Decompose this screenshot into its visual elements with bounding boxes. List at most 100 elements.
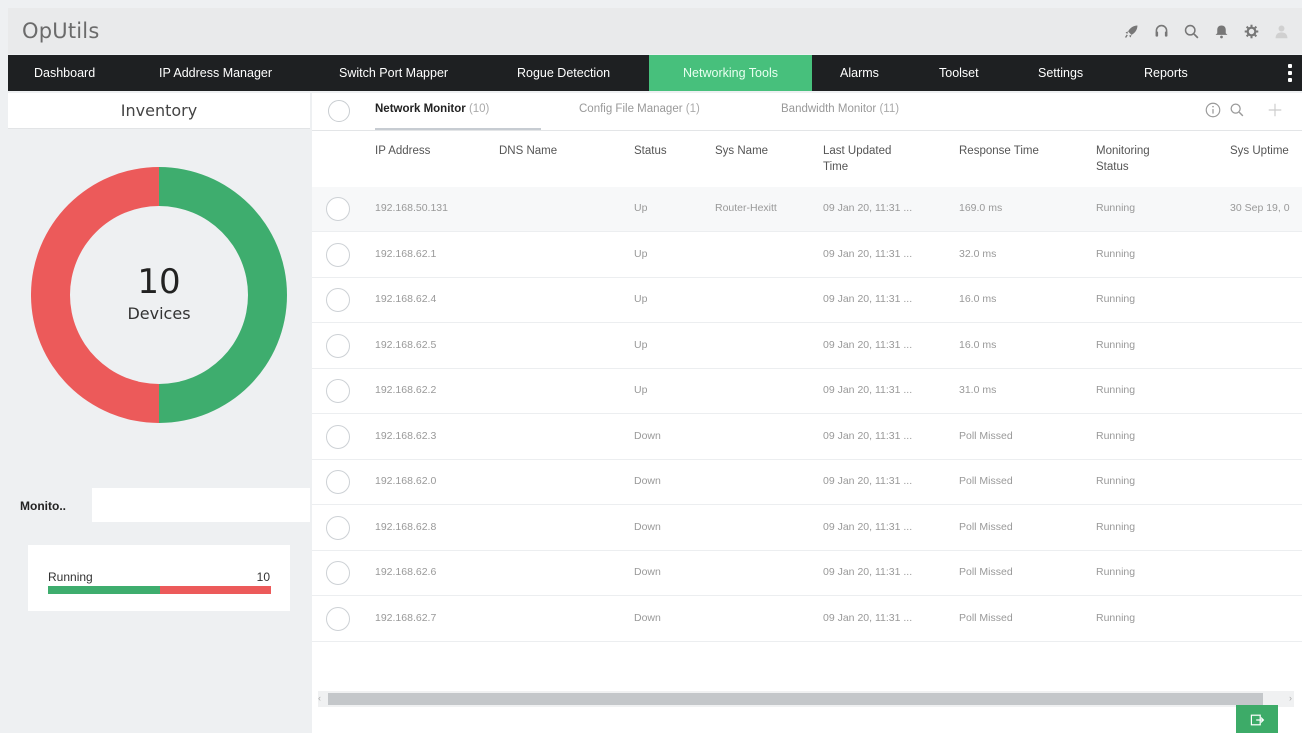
cell-sys-uptime: 30 Sep 19, 0	[1230, 202, 1290, 214]
table-row[interactable]: 192.168.62.7 Down 09 Jan 20, 11:31 ... Poll…	[312, 597, 1302, 642]
gear-icon[interactable]	[1236, 18, 1266, 44]
device-count-label: Devices	[127, 304, 191, 323]
rocket-icon[interactable]	[1116, 18, 1146, 44]
export-button[interactable]	[1236, 705, 1278, 733]
tab-network-monitor-label: Network Monitor	[375, 103, 466, 115]
table-row[interactable]: 192.168.62.8 Down 09 Jan 20, 11:31 ... Poll…	[312, 506, 1302, 551]
table-search-icon[interactable]	[1228, 101, 1246, 124]
row-select-checkbox[interactable]	[326, 606, 350, 631]
row-select-checkbox[interactable]	[326, 288, 350, 312]
cell-last-updated: 09 Jan 20, 11:31 ...	[823, 520, 913, 533]
cell-response-time: 31.0 ms	[959, 384, 997, 396]
row-select-checkbox[interactable]	[326, 424, 350, 449]
info-icon[interactable]	[1204, 101, 1222, 124]
monitoring-filter-select[interactable]	[92, 488, 310, 522]
tab-bandwidth-monitor-count: (11)	[879, 103, 900, 115]
cell-status: Down	[634, 611, 661, 624]
nav-toolset[interactable]: Toolset	[939, 55, 979, 91]
cell-status: Up	[634, 293, 648, 305]
scroll-left-icon[interactable]: ‹	[318, 693, 321, 703]
table-row[interactable]: 192.168.62.1 Up 09 Jan 20, 11:31 ... 32.0 m…	[312, 233, 1302, 278]
monitoring-status-bar[interactable]	[48, 586, 271, 594]
cell-ip: 192.168.62.0	[375, 475, 437, 487]
nav-ip-address-manager[interactable]: IP Address Manager	[159, 55, 272, 91]
row-select-checkbox[interactable]	[326, 333, 350, 358]
row-select-checkbox[interactable]	[326, 515, 350, 540]
table-row[interactable]: 192.168.62.0 Down 09 Jan 20, 11:31 ... Poll…	[312, 460, 1302, 505]
nav-settings[interactable]: Settings	[1038, 55, 1083, 91]
device-count: 10	[137, 262, 181, 302]
more-menu-icon[interactable]	[1288, 64, 1292, 82]
nav-dashboard[interactable]: Dashboard	[34, 55, 95, 91]
scroll-right-icon[interactable]: ›	[1289, 693, 1292, 703]
col-sys-uptime[interactable]: Sys Uptime	[1230, 143, 1289, 159]
cell-last-updated: 09 Jan 20, 11:31 ...	[823, 338, 913, 351]
monitoring-status-card: Running 10	[28, 545, 290, 611]
cell-last-updated: 09 Jan 20, 11:31 ...	[823, 247, 913, 260]
row-select-checkbox[interactable]	[326, 561, 350, 585]
row-select-checkbox[interactable]	[326, 379, 350, 403]
col-ip-address[interactable]: IP Address	[375, 143, 430, 159]
col-dns-name[interactable]: DNS Name	[499, 143, 557, 159]
tool-tabs: Network Monitor (10) Config File Manager…	[312, 93, 1302, 131]
export-icon	[1250, 714, 1265, 726]
monitoring-status-label: Running	[48, 570, 93, 584]
col-response-time[interactable]: Response Time	[959, 143, 1039, 159]
tab-actions	[1204, 101, 1284, 124]
col-sys-name[interactable]: Sys Name	[715, 143, 768, 159]
cell-response-time: Poll Missed	[959, 429, 1013, 442]
app-title: OpUtils	[22, 19, 100, 43]
table-header: IP Address DNS Name Status Sys Name Last…	[312, 131, 1302, 187]
nav-networking-tools[interactable]: Networking Tools	[649, 55, 812, 91]
tab-network-monitor[interactable]: Network Monitor (10)	[375, 93, 541, 130]
cell-response-time: Poll Missed	[959, 566, 1013, 578]
nav-reports[interactable]: Reports	[1144, 55, 1188, 91]
row-select-checkbox[interactable]	[326, 470, 350, 494]
tab-config-file-manager-count: (1)	[685, 103, 700, 115]
col-monitoring-status[interactable]: Monitoring Status	[1096, 143, 1150, 175]
cell-monitoring-status: Running	[1096, 475, 1136, 487]
search-icon[interactable]	[1176, 18, 1206, 44]
nav-rogue-detection[interactable]: Rogue Detection	[517, 55, 610, 91]
tab-config-file-manager[interactable]: Config File Manager (1)	[579, 93, 700, 130]
horizontal-scrollbar[interactable]: ‹ ›	[318, 691, 1294, 707]
cell-ip: 192.168.62.5	[375, 338, 437, 351]
tab-bandwidth-monitor-label: Bandwidth Monitor	[781, 103, 877, 115]
cell-monitoring-status: Running	[1096, 566, 1136, 578]
bell-icon[interactable]	[1206, 18, 1236, 44]
scrollbar-thumb[interactable]	[328, 693, 1263, 705]
row-select-checkbox[interactable]	[326, 242, 350, 267]
cell-last-updated: 09 Jan 20, 11:31 ...	[823, 429, 913, 442]
table-row[interactable]: 192.168.62.6 Down 09 Jan 20, 11:31 ... Poll…	[312, 551, 1302, 596]
nav-switch-port-mapper[interactable]: Switch Port Mapper	[339, 55, 448, 91]
cell-monitoring-status: Running	[1096, 384, 1136, 396]
cell-ip: 192.168.62.1	[375, 247, 437, 260]
cell-ip: 192.168.62.3	[375, 429, 437, 442]
table-row[interactable]: 192.168.50.131 Up Router-Hexitt 09 Jan 20, …	[312, 187, 1302, 232]
headset-icon[interactable]	[1146, 18, 1176, 44]
add-icon[interactable]	[1266, 101, 1284, 124]
cell-status: Down	[634, 475, 661, 487]
cell-last-updated: 09 Jan 20, 11:31 ...	[823, 475, 913, 487]
cell-response-time: 169.0 ms	[959, 202, 1003, 214]
table-row[interactable]: 192.168.62.3 Down 09 Jan 20, 11:31 ... Poll…	[312, 415, 1302, 460]
cell-sys-name: Router-Hexitt	[715, 202, 777, 214]
inventory-header: Inventory	[8, 93, 310, 129]
tab-bandwidth-monitor[interactable]: Bandwidth Monitor (11)	[781, 93, 899, 130]
select-all-checkbox[interactable]	[328, 100, 350, 122]
nav-alarms[interactable]: Alarms	[840, 55, 879, 91]
cell-monitoring-status: Running	[1096, 247, 1136, 260]
row-select-checkbox[interactable]	[326, 197, 350, 221]
monitoring-filter-label: Monito..	[20, 499, 66, 513]
cell-response-time: 32.0 ms	[959, 247, 997, 260]
col-status[interactable]: Status	[634, 143, 667, 159]
cell-status: Up	[634, 338, 648, 351]
user-icon[interactable]	[1266, 18, 1296, 44]
col-last-updated[interactable]: Last Updated Time	[823, 143, 891, 175]
cell-ip: 192.168.62.2	[375, 384, 437, 396]
table-row[interactable]: 192.168.62.5 Up 09 Jan 20, 11:31 ... 16.0 m…	[312, 324, 1302, 369]
header-icon-group	[1116, 18, 1296, 44]
table-row[interactable]: 192.168.62.4 Up 09 Jan 20, 11:31 ... 16.0 m…	[312, 278, 1302, 323]
table-row[interactable]: 192.168.62.2 Up 09 Jan 20, 11:31 ... 31.0 m…	[312, 369, 1302, 414]
cell-ip: 192.168.50.131	[375, 202, 448, 214]
